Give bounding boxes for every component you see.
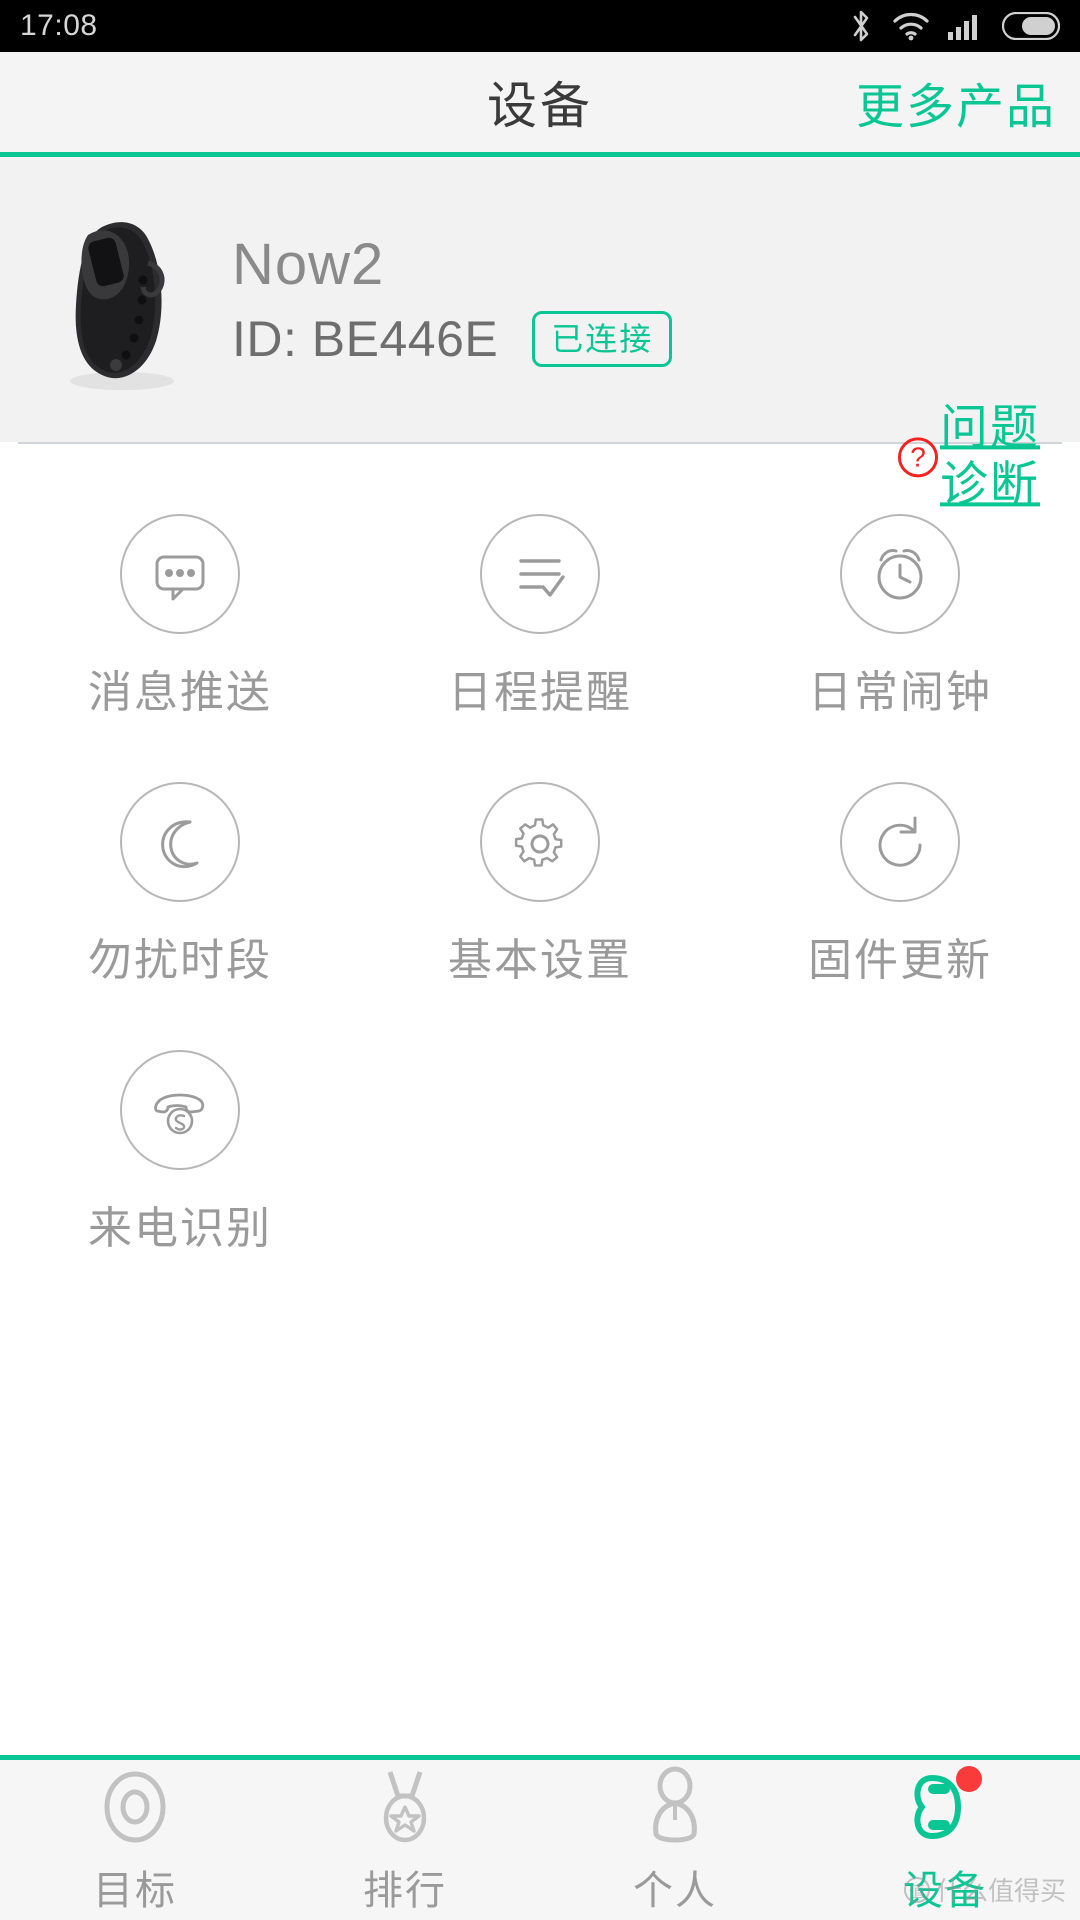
status-badge: 已连接 (532, 311, 673, 367)
firmware-update-refresh-icon (840, 782, 960, 902)
feature-firmware-update[interactable]: 固件更新 (720, 782, 1080, 988)
device-id: ID: BE446E (232, 311, 499, 367)
diagnose-line-1: 问题 (939, 401, 1040, 455)
ranking-medal-icon (362, 1764, 448, 1850)
wifi-icon (893, 13, 929, 41)
page-title: 设备 (487, 78, 593, 134)
device-info: Now2 ID: BE446E 已连接 (232, 231, 673, 368)
status-bar: 17:08 (0, 0, 1080, 52)
feature-incoming-call[interactable]: 来电识别 (0, 1050, 360, 1256)
device-band-icon (902, 1764, 988, 1850)
feature-label: 日程提醒 (448, 668, 632, 717)
settings-gear-icon (480, 782, 600, 902)
alarm-clock-icon (840, 514, 960, 634)
feature-label: 日常闹钟 (808, 668, 992, 717)
fitness-band-image (70, 221, 174, 390)
feature-grid-section: 消息推送 日程提醒 日常闹钟 勿扰时段 基本设置 固件更新 来电识别 (0, 444, 1080, 1755)
person-profile-icon (632, 1764, 718, 1850)
do-not-disturb-moon-icon (120, 782, 240, 902)
tab-goal[interactable]: 目标 (0, 1760, 270, 1920)
device-id-row: ID: BE446E 已连接 (232, 310, 673, 368)
message-push-icon (120, 514, 240, 634)
diagnose-text: 问题 诊断 (940, 400, 1040, 513)
cellular-signal-icon (948, 15, 977, 40)
bluetooth-icon (853, 10, 869, 42)
feature-daily-alarm[interactable]: 日常闹钟 (720, 514, 1080, 720)
status-icons (848, 9, 1060, 43)
schedule-reminder-icon (480, 514, 600, 634)
status-time: 17:08 (20, 9, 98, 42)
feature-label: 消息推送 (88, 668, 272, 717)
tab-device[interactable]: 设备 (810, 1760, 1080, 1920)
tab-label: 设备 (903, 1869, 987, 1913)
feature-grid: 消息推送 日程提醒 日常闹钟 勿扰时段 基本设置 固件更新 来电识别 (0, 514, 1080, 1256)
feature-basic-settings[interactable]: 基本设置 (360, 782, 720, 988)
app-header: 设备 更多产品 (0, 52, 1080, 152)
battery-icon (1002, 12, 1060, 40)
app-root: 17:08 设备 更多产品 Now2 ID: BE446E 已连接 ? 问题 诊… (0, 0, 1080, 1920)
incoming-call-icon (120, 1050, 240, 1170)
feature-label: 来电识别 (88, 1204, 272, 1253)
goal-target-icon (92, 1764, 178, 1850)
feature-schedule-reminder[interactable]: 日程提醒 (360, 514, 720, 720)
device-name: Now2 (232, 232, 385, 297)
device-card[interactable]: Now2 ID: BE446E 已连接 ? 问题 诊断 (0, 157, 1080, 511)
tab-label: 个人 (633, 1869, 717, 1913)
feature-label: 固件更新 (808, 936, 992, 985)
feature-message-push[interactable]: 消息推送 (0, 514, 360, 720)
problem-diagnosis-link[interactable]: ? 问题 诊断 (897, 400, 1040, 513)
more-products-button[interactable]: 更多产品 (856, 67, 1056, 137)
tab-ranking[interactable]: 排行 (270, 1760, 540, 1920)
feature-label: 基本设置 (448, 936, 632, 985)
tab-label: 排行 (363, 1869, 447, 1913)
feature-do-not-disturb[interactable]: 勿扰时段 (0, 782, 360, 988)
feature-label: 勿扰时段 (88, 936, 272, 985)
question-mark-icon: ? (897, 437, 938, 477)
notification-badge-dot (956, 1766, 982, 1792)
diagnose-line-2: 诊断 (939, 458, 1040, 511)
tab-personal[interactable]: 个人 (540, 1760, 810, 1920)
tab-label: 目标 (93, 1869, 177, 1913)
bottom-tab-bar: 目标 排行 个人 设备 (0, 1760, 1080, 1920)
